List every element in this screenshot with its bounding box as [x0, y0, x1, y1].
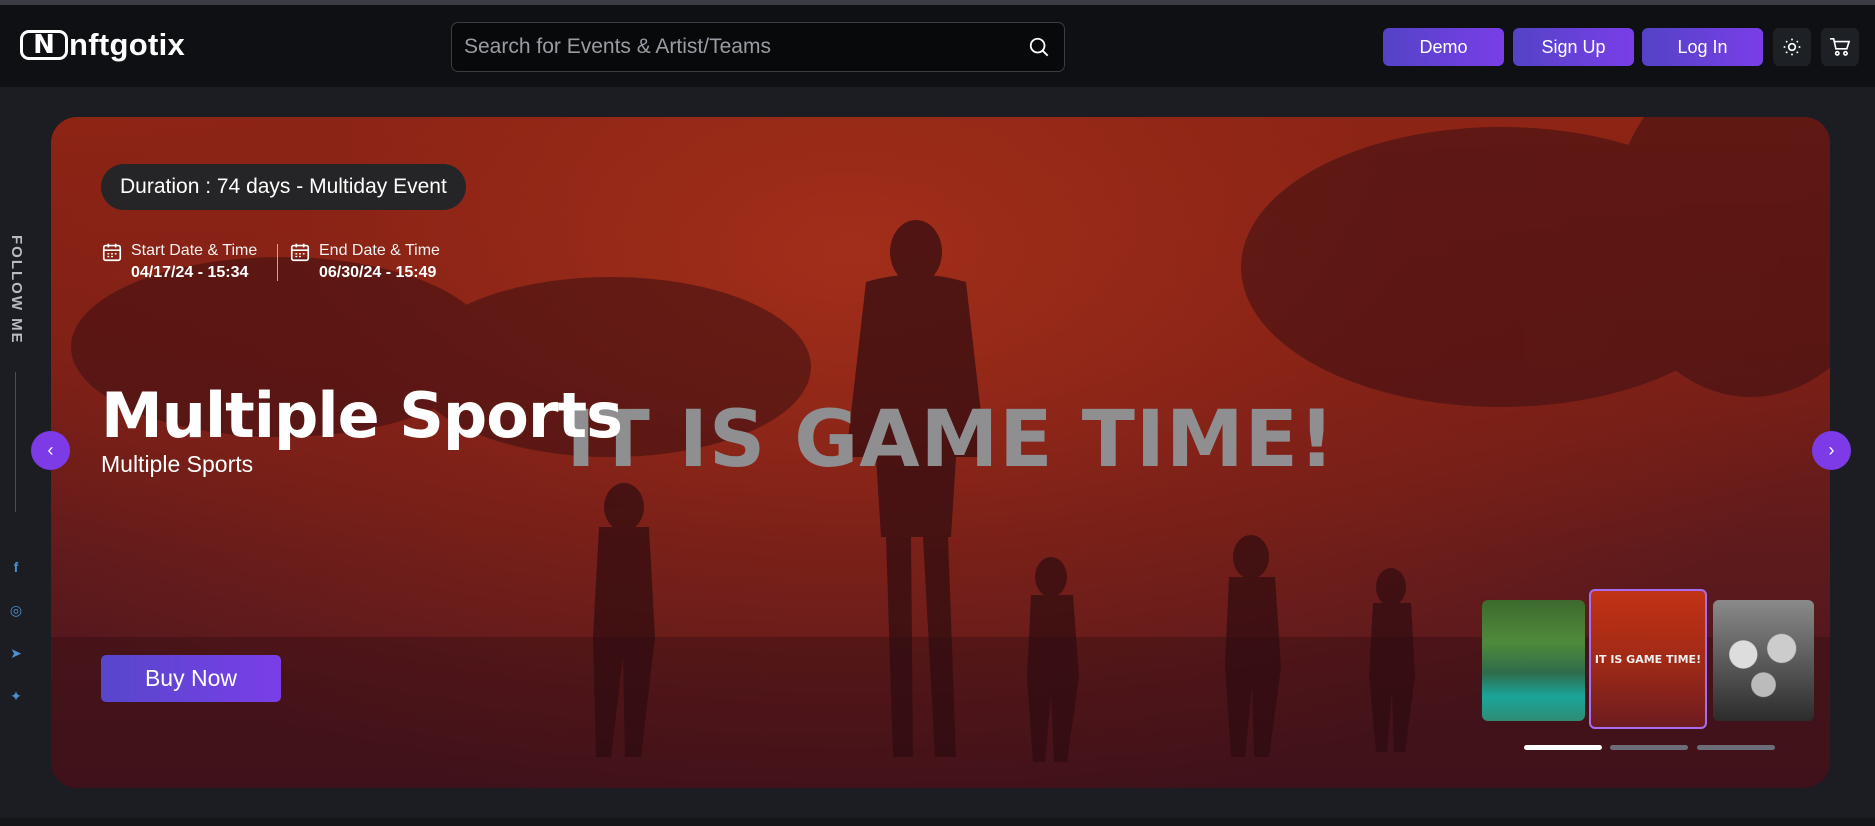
top-navbar: N nftgotix Demo Sign Up Log In: [0, 5, 1875, 87]
signup-button[interactable]: Sign Up: [1513, 28, 1634, 66]
previous-slide-button[interactable]: ‹: [31, 431, 70, 470]
calendar-icon: [290, 243, 310, 262]
hero-image-text: IT IS GAME TIME!: [566, 395, 1336, 485]
demo-button[interactable]: Demo: [1383, 28, 1504, 66]
start-date-block: Start Date & Time 04/17/24 - 15:34: [101, 241, 257, 285]
instagram-icon[interactable]: ◎: [7, 601, 25, 619]
start-date-value: 04/17/24 - 15:34: [131, 264, 249, 281]
follow-me-label: FOLLOW ME: [8, 235, 25, 345]
slide-indicator-3[interactable]: [1697, 745, 1775, 750]
event-title: Multiple Sports: [101, 379, 623, 452]
end-date-value: 06/30/24 - 15:49: [319, 264, 437, 281]
end-date-label: End Date & Time: [319, 242, 440, 259]
duration-badge: Duration : 74 days - Multiday Event: [101, 164, 466, 210]
follow-divider: [15, 372, 16, 512]
search-input[interactable]: [464, 23, 1004, 71]
buy-now-button[interactable]: Buy Now: [101, 655, 281, 702]
logo-mark: N: [20, 30, 68, 60]
river-thumbnail[interactable]: [1482, 600, 1585, 721]
band-thumbnail[interactable]: [1713, 600, 1814, 721]
telegram-icon[interactable]: ➤: [7, 644, 25, 662]
cart-icon: [1830, 38, 1851, 56]
date-divider: [277, 244, 278, 281]
start-date-label: Start Date & Time: [131, 242, 258, 259]
search-icon[interactable]: [1028, 36, 1050, 58]
page-bottom-edge: [0, 818, 1875, 826]
next-slide-button[interactable]: ›: [1812, 431, 1851, 470]
logo-text: nftgotix: [69, 27, 186, 62]
slide-indicator-2[interactable]: [1610, 745, 1688, 750]
thumbnail-text: IT IS GAME TIME!: [1594, 652, 1702, 666]
slide-indicator-1[interactable]: [1524, 745, 1602, 750]
twitter-icon[interactable]: ✦: [7, 687, 25, 705]
logo[interactable]: N nftgotix: [20, 27, 185, 63]
sun-icon: [1783, 38, 1801, 56]
event-subtitle: Multiple Sports: [101, 451, 254, 477]
end-date-block: End Date & Time 06/30/24 - 15:49: [289, 241, 440, 285]
login-button[interactable]: Log In: [1642, 28, 1763, 66]
cart-button[interactable]: [1821, 28, 1859, 66]
calendar-icon: [102, 243, 122, 262]
theme-toggle-button[interactable]: [1773, 28, 1811, 66]
game-time-thumbnail[interactable]: IT IS GAME TIME!: [1589, 589, 1707, 729]
search-bar: [451, 22, 1065, 72]
facebook-icon[interactable]: f: [7, 558, 25, 576]
